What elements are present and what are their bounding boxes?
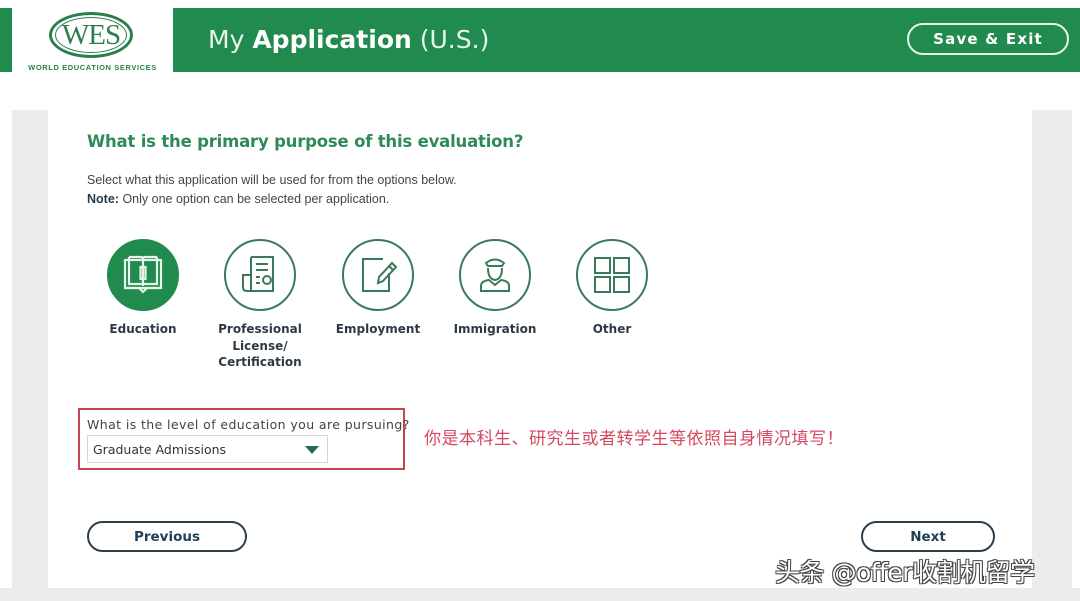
option-employment[interactable]: Employment — [323, 239, 433, 338]
save-exit-button[interactable]: Save & Exit — [907, 23, 1069, 55]
note-line: Note: Only one option can be selected pe… — [87, 190, 457, 209]
note-text: Only one option can be selected per appl… — [122, 192, 390, 206]
logo-subtitle: WORLD EDUCATION SERVICES — [28, 63, 157, 72]
option-circle[interactable] — [107, 239, 179, 311]
option-circle[interactable] — [342, 239, 414, 311]
logo-text: WES — [61, 18, 121, 51]
edit-note-icon — [362, 258, 398, 292]
option-label: Employment — [335, 322, 421, 336]
grid-icon — [594, 257, 630, 293]
next-button[interactable]: Next — [861, 521, 995, 552]
open-book-icon — [123, 255, 163, 294]
option-label-line: License/ — [232, 338, 288, 353]
watermark: 头条 @offer收割机留学 — [775, 558, 1035, 587]
option-education[interactable]: Education — [88, 239, 198, 338]
option-label-line: Certification — [218, 355, 302, 369]
title-suffix: (U.S.) — [419, 25, 490, 54]
page-bottom-band — [0, 588, 1080, 601]
officer-icon — [480, 258, 510, 292]
option-label: Immigration — [453, 322, 537, 336]
header-accent-strip — [0, 8, 12, 72]
app-header: WES WORLD EDUCATION SERVICES My Applicat… — [0, 8, 1080, 72]
annotation-text: 你是本科生、研究生或者转学生等依照自身情况填写！ — [424, 429, 844, 449]
question-description: Select what this application will be use… — [87, 171, 457, 209]
option-circle[interactable] — [459, 239, 531, 311]
option-circle[interactable] — [224, 239, 296, 311]
question-heading: What is the primary purpose of this eval… — [87, 132, 524, 151]
wes-logo[interactable]: WES WORLD EDUCATION SERVICES — [12, 8, 173, 72]
title-bold: Application — [252, 25, 412, 54]
option-professional-license[interactable]: Professional License/ Certification — [205, 239, 315, 371]
option-circle[interactable] — [576, 239, 648, 311]
certificate-document-icon — [242, 256, 274, 292]
option-other[interactable]: Other — [557, 239, 667, 338]
education-level-value: Graduate Admissions — [93, 441, 227, 457]
title-prefix: My — [208, 25, 245, 54]
previous-button[interactable]: Previous — [87, 521, 247, 552]
education-level-select[interactable]: Graduate Admissions — [87, 435, 328, 463]
option-label: Education — [109, 322, 177, 336]
option-label: Other — [592, 322, 632, 336]
page-title: My Application (U.S.) — [208, 8, 489, 72]
option-label-line: Professional — [218, 322, 302, 336]
education-level-label: What is the level of education you are p… — [87, 417, 410, 432]
logo-oval: WES — [49, 12, 133, 58]
note-label: Note: — [87, 192, 119, 206]
option-label: Professional License/ Certification — [205, 321, 315, 371]
description-text: Select what this application will be use… — [87, 173, 457, 187]
chevron-down-icon[interactable] — [305, 446, 319, 454]
option-immigration[interactable]: Immigration — [440, 239, 550, 338]
